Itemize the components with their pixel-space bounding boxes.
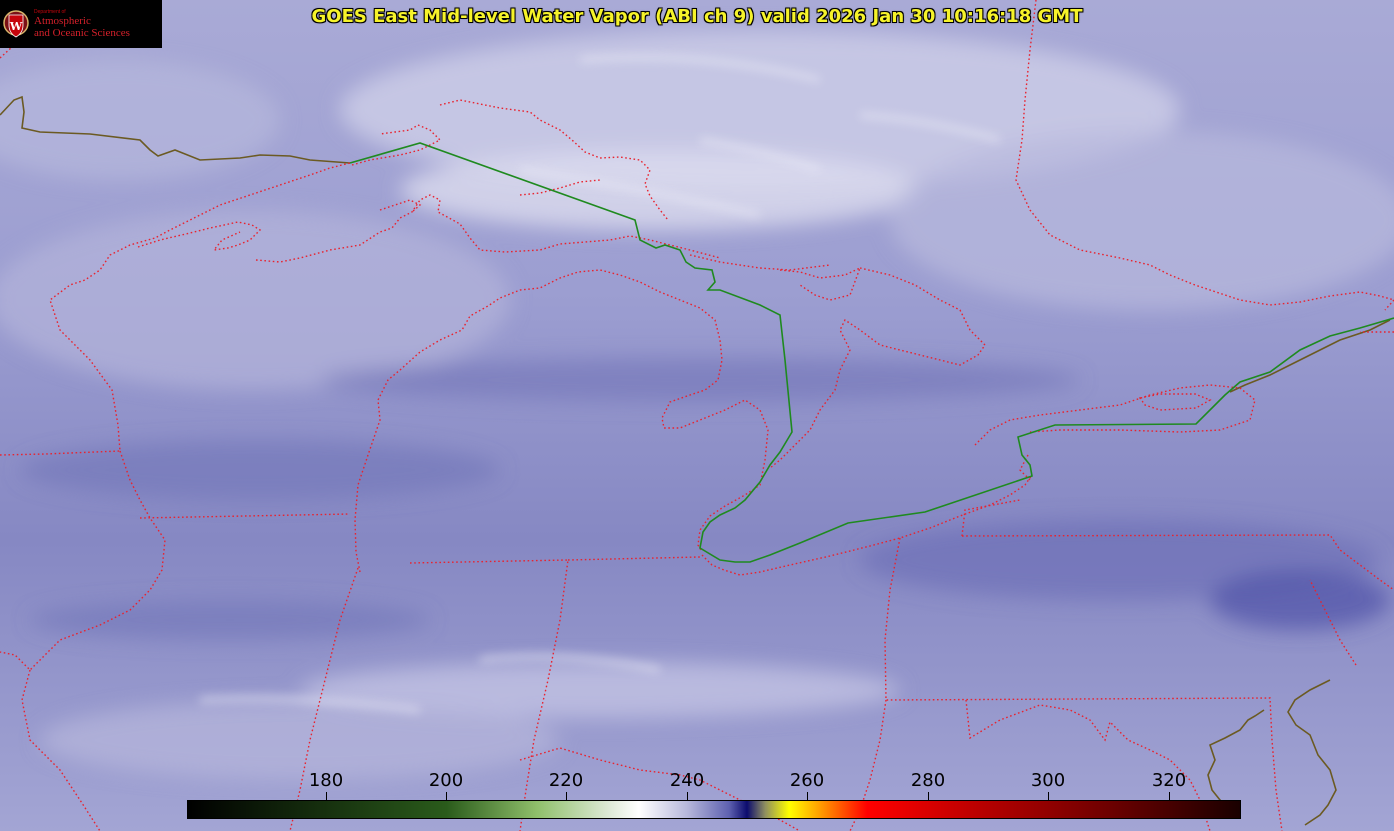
colorbar-tick-label: 320: [1151, 770, 1187, 791]
colorbar-tick-label: 280: [910, 770, 946, 791]
temperature-colorbar: [187, 800, 1241, 819]
aos-logo: W Department of Atmospheric and Oceanic …: [0, 0, 162, 48]
colorbar-tick: [1048, 792, 1049, 800]
colorbar-tick-label: 220: [548, 770, 584, 791]
colorbar-tick: [807, 792, 808, 800]
logo-line-1: Atmospheric: [34, 15, 91, 27]
colorbar-tick: [928, 792, 929, 800]
colorbar-tick-label: 240: [669, 770, 705, 791]
colorbar-tick-label: 180: [308, 770, 344, 791]
logo-line-2: and Oceanic Sciences: [34, 27, 130, 39]
colorbar-tick-label: 260: [789, 770, 825, 791]
colorbar-tick-label: 200: [428, 770, 464, 791]
uw-crest-icon: W: [3, 10, 29, 38]
map-title: GOES East Mid-level Water Vapor (ABI ch …: [311, 6, 1083, 27]
water-vapor-map: [0, 0, 1394, 831]
colorbar-tick-label: 300: [1030, 770, 1066, 791]
seal-letter: W: [9, 20, 23, 33]
colorbar-tick: [326, 792, 327, 800]
colorbar-tick: [446, 792, 447, 800]
satellite-map-viewer: W Department of Atmospheric and Oceanic …: [0, 0, 1394, 831]
colorbar-tick: [687, 792, 688, 800]
colorbar-tick: [566, 792, 567, 800]
colorbar-tick: [1169, 792, 1170, 800]
